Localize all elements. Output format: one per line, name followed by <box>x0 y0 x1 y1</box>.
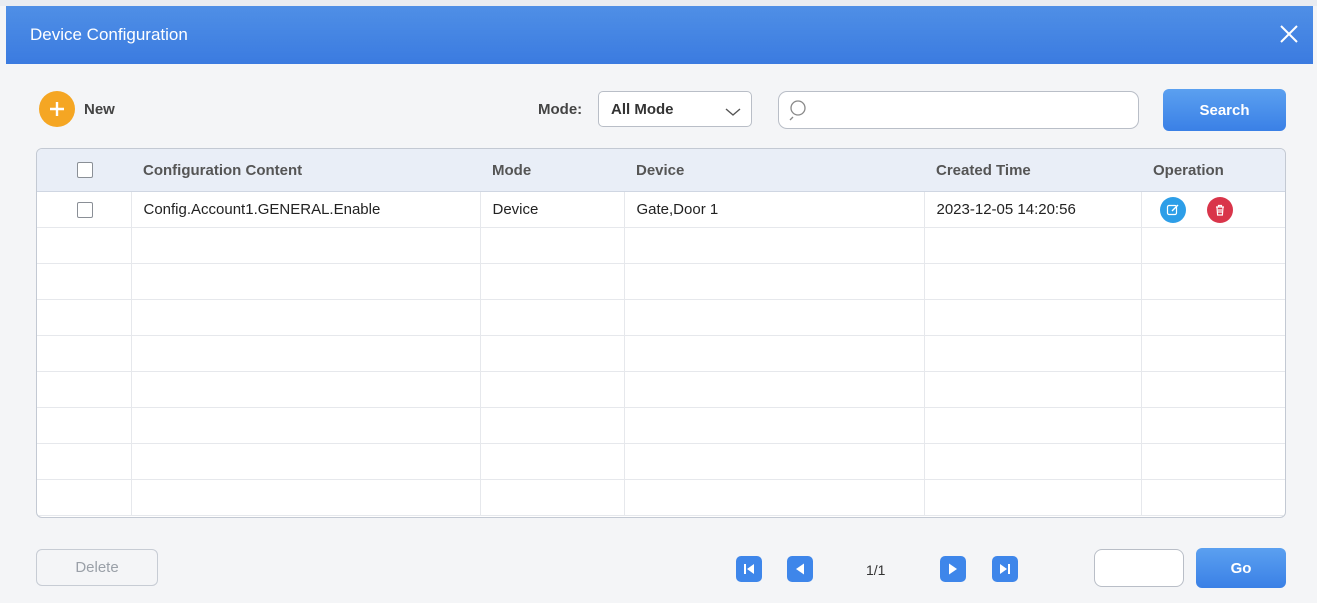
header-device: Device <box>624 149 924 192</box>
trash-icon[interactable] <box>1206 196 1233 223</box>
plus-icon <box>39 91 75 127</box>
cell-operation <box>1141 191 1285 228</box>
page-indicator: 1/1 <box>866 562 886 578</box>
header-operation: Operation <box>1141 149 1285 192</box>
dialog-titlebar: Device Configuration <box>6 6 1313 64</box>
chevron-down-icon <box>725 104 741 122</box>
last-page-icon[interactable] <box>992 556 1018 582</box>
table-header-row: Configuration Content Mode Device Create… <box>37 149 1285 192</box>
table-row <box>37 299 1285 336</box>
delete-button[interactable]: Delete <box>36 549 158 586</box>
cell-device: Gate,Door 1 <box>624 191 925 228</box>
mode-value: All Mode <box>611 101 674 118</box>
table-row <box>37 479 1285 516</box>
search-box <box>778 91 1139 129</box>
table-row <box>37 407 1285 444</box>
edit-icon[interactable] <box>1159 196 1186 223</box>
cell-mode: Device <box>480 191 625 228</box>
row-select-cell <box>37 191 132 228</box>
dialog-title: Device Configuration <box>30 25 188 44</box>
first-page-icon[interactable] <box>736 556 762 582</box>
search-input[interactable] <box>817 98 1131 124</box>
search-button[interactable]: Search <box>1163 89 1286 131</box>
select-all-checkbox[interactable] <box>77 162 93 178</box>
row-checkbox[interactable] <box>77 201 93 218</box>
prev-page-icon[interactable] <box>787 556 813 582</box>
new-label: New <box>84 100 115 118</box>
mode-select[interactable]: All Mode <box>598 91 752 127</box>
new-button[interactable]: New <box>39 91 115 127</box>
header-select-all <box>37 149 131 192</box>
cell-content: Config.Account1.GENERAL.Enable <box>131 191 481 228</box>
table-row <box>37 227 1285 264</box>
header-configuration-content: Configuration Content <box>131 149 480 192</box>
search-icon <box>788 99 810 126</box>
page-jump-input[interactable] <box>1094 549 1184 587</box>
header-mode: Mode <box>480 149 624 192</box>
table-row[interactable]: Config.Account1.GENERAL.Enable Device Ga… <box>37 191 1285 228</box>
cell-created: 2023-12-05 14:20:56 <box>924 191 1142 228</box>
table-row <box>37 263 1285 300</box>
close-icon[interactable] <box>1275 20 1303 48</box>
table-row <box>37 443 1285 480</box>
header-created-time: Created Time <box>924 149 1141 192</box>
next-page-icon[interactable] <box>940 556 966 582</box>
go-button[interactable]: Go <box>1196 548 1286 588</box>
table-row <box>37 335 1285 372</box>
mode-label: Mode: <box>538 101 583 118</box>
table-row <box>37 371 1285 408</box>
config-table: Configuration Content Mode Device Create… <box>36 148 1286 518</box>
